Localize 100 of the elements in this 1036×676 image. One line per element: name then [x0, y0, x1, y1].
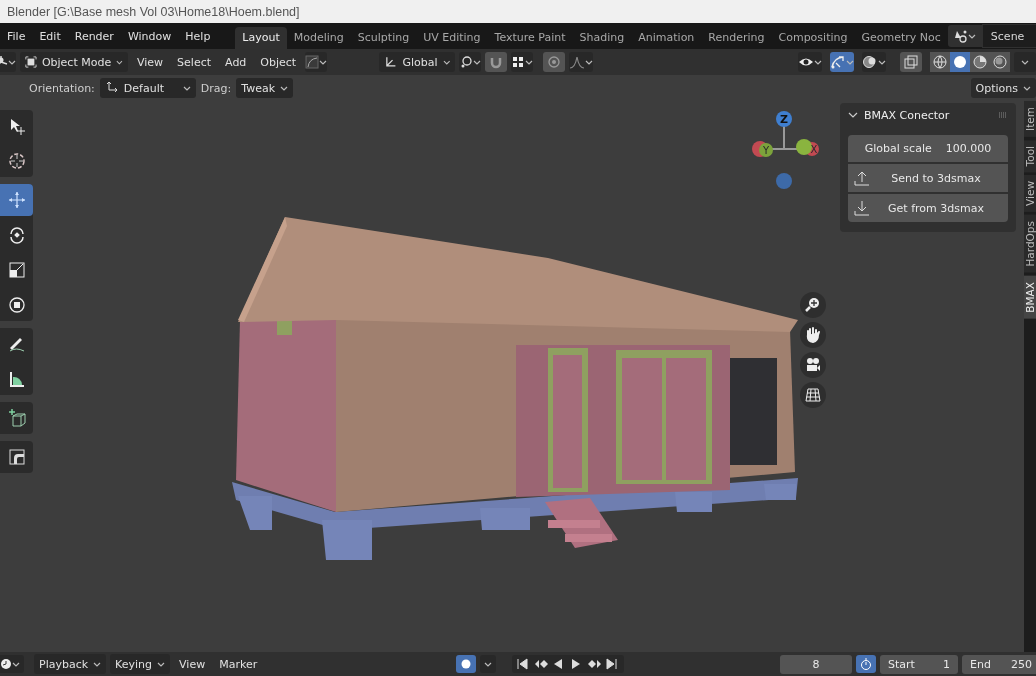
sidebar-tab[interactable]: Item: [1024, 101, 1036, 137]
sidebar-tab[interactable]: BMAX: [1024, 275, 1036, 319]
curve-icon: [305, 55, 320, 69]
drag-handle-icon[interactable]: [998, 112, 1008, 118]
caret-icon: [814, 59, 822, 65]
orientation-dropdown[interactable]: Global: [379, 52, 456, 72]
workspace-tab[interactable]: Rendering: [701, 27, 772, 49]
clock-icon: [0, 658, 12, 670]
workspace-tab[interactable]: Modeling: [286, 27, 351, 49]
options-dropdown[interactable]: Options: [970, 78, 1036, 98]
workspace-tab[interactable]: Texture Paint: [487, 27, 573, 49]
caret-icon: [12, 661, 20, 667]
editor-type-button[interactable]: [0, 655, 24, 673]
workspace-tab[interactable]: Shading: [572, 27, 632, 49]
menu-item[interactable]: Help: [178, 26, 218, 46]
end-frame-field[interactable]: End 250: [962, 654, 1036, 674]
timeline-menu[interactable]: Playback: [34, 654, 107, 674]
scale-icon: [7, 261, 26, 279]
zoom-button[interactable]: [800, 292, 826, 318]
shading-button[interactable]: [950, 52, 970, 72]
shading-button[interactable]: [930, 52, 950, 72]
caret-icon: [878, 59, 886, 65]
get-button[interactable]: Get from 3dsmax: [848, 194, 1008, 222]
sidebar-tab[interactable]: Tool: [1024, 139, 1036, 173]
field-label: Orientation:: [29, 81, 95, 95]
stopwatch-icon: [860, 658, 872, 670]
annotate-icon: [7, 335, 26, 353]
header-menu[interactable]: Add: [220, 53, 252, 71]
menu-item[interactable]: File: [0, 26, 33, 46]
scene-selector[interactable]: [947, 25, 982, 47]
preview-range-button[interactable]: [856, 655, 876, 673]
sidebar-tab[interactable]: View: [1024, 175, 1036, 213]
axis-gizmo-drawing[interactable]: [752, 111, 819, 189]
timeline-menu[interactable]: Keying: [110, 654, 171, 674]
scale-field[interactable]: Global scale 100.000: [848, 135, 1008, 162]
start-frame-field[interactable]: Start 1: [880, 654, 958, 674]
send-button[interactable]: Send to 3dsmax: [848, 164, 1008, 192]
perspective-button[interactable]: [800, 382, 826, 408]
prev-keyframe-icon[interactable]: [534, 658, 549, 670]
workspace-tab[interactable]: Geometry Noc: [854, 27, 948, 49]
pan-button[interactable]: [800, 322, 826, 348]
grid-icon: [805, 387, 821, 403]
header-menu[interactable]: Object: [255, 53, 302, 71]
workspace-tab[interactable]: UV Editing: [416, 27, 488, 49]
orientation-icon: [104, 81, 119, 95]
overlay-icon: [862, 55, 878, 69]
timeline-menu[interactable]: Marker: [214, 655, 263, 673]
editor-type-button[interactable]: [0, 52, 16, 72]
snap-target-button[interactable]: [511, 52, 534, 72]
viewport-toggle[interactable]: [862, 52, 886, 72]
timeline-menu[interactable]: View: [174, 655, 211, 673]
frame-field[interactable]: 8: [780, 654, 852, 674]
proportional-toggle[interactable]: [543, 52, 566, 72]
menu-item[interactable]: Window: [120, 26, 179, 46]
menu-item[interactable]: Render: [67, 26, 121, 46]
caret-icon: [1021, 59, 1029, 65]
camera-button[interactable]: [800, 352, 826, 378]
pivot-button[interactable]: [459, 52, 482, 72]
upload-icon: [854, 170, 870, 186]
shading-options-button[interactable]: [1014, 52, 1036, 72]
keying-options-button[interactable]: [480, 655, 497, 673]
scene-field[interactable]: Scene: [981, 24, 1036, 48]
next-keyframe-icon[interactable]: [588, 658, 603, 670]
drag-dropdown[interactable]: Tweak: [236, 78, 293, 98]
caret-icon: [442, 59, 451, 65]
camera-icon: [805, 357, 821, 373]
caret-icon: [93, 661, 102, 667]
snap-toggle[interactable]: [485, 52, 508, 72]
falloff-button[interactable]: [569, 52, 594, 72]
zoom-icon: [805, 297, 821, 313]
grid-dots-icon: [511, 55, 526, 69]
caret-icon: [846, 59, 854, 65]
panel-title: BMAX Conector: [864, 108, 950, 122]
shear-icon: [7, 448, 26, 466]
caret-icon: [280, 85, 288, 91]
header-menu[interactable]: Select: [172, 53, 217, 71]
xray-icon: [904, 55, 918, 69]
shading-button[interactable]: [970, 52, 990, 72]
viewport-toggle[interactable]: [830, 52, 854, 72]
shading-button[interactable]: [990, 52, 1010, 72]
workspace-tab[interactable]: Animation: [631, 27, 702, 49]
mode-dropdown[interactable]: Object Mode: [20, 52, 128, 72]
caret-icon: [967, 33, 976, 39]
xray-toggle[interactable]: [900, 52, 922, 72]
falloff-icon: [569, 55, 586, 69]
workspace-tab[interactable]: Layout: [235, 27, 287, 49]
viewport-toggle[interactable]: [798, 52, 822, 72]
magnet-icon: [489, 55, 504, 69]
workspace-tab[interactable]: Sculpting: [350, 27, 417, 49]
sidebar-tab[interactable]: HardOps: [1024, 215, 1036, 273]
caret-icon: [116, 59, 123, 65]
chevron-icon[interactable]: [848, 111, 858, 119]
workspace-tab[interactable]: Compositing: [771, 27, 855, 49]
menu-item[interactable]: Edit: [32, 26, 68, 46]
auto-key-button[interactable]: [456, 655, 477, 673]
proportional-edit-button[interactable]: [305, 52, 328, 72]
jump-start-icon[interactable]: [516, 658, 531, 670]
caret-icon: [585, 59, 594, 65]
header-menu[interactable]: View: [132, 53, 169, 71]
orientation-dropdown[interactable]: Default: [99, 78, 196, 98]
